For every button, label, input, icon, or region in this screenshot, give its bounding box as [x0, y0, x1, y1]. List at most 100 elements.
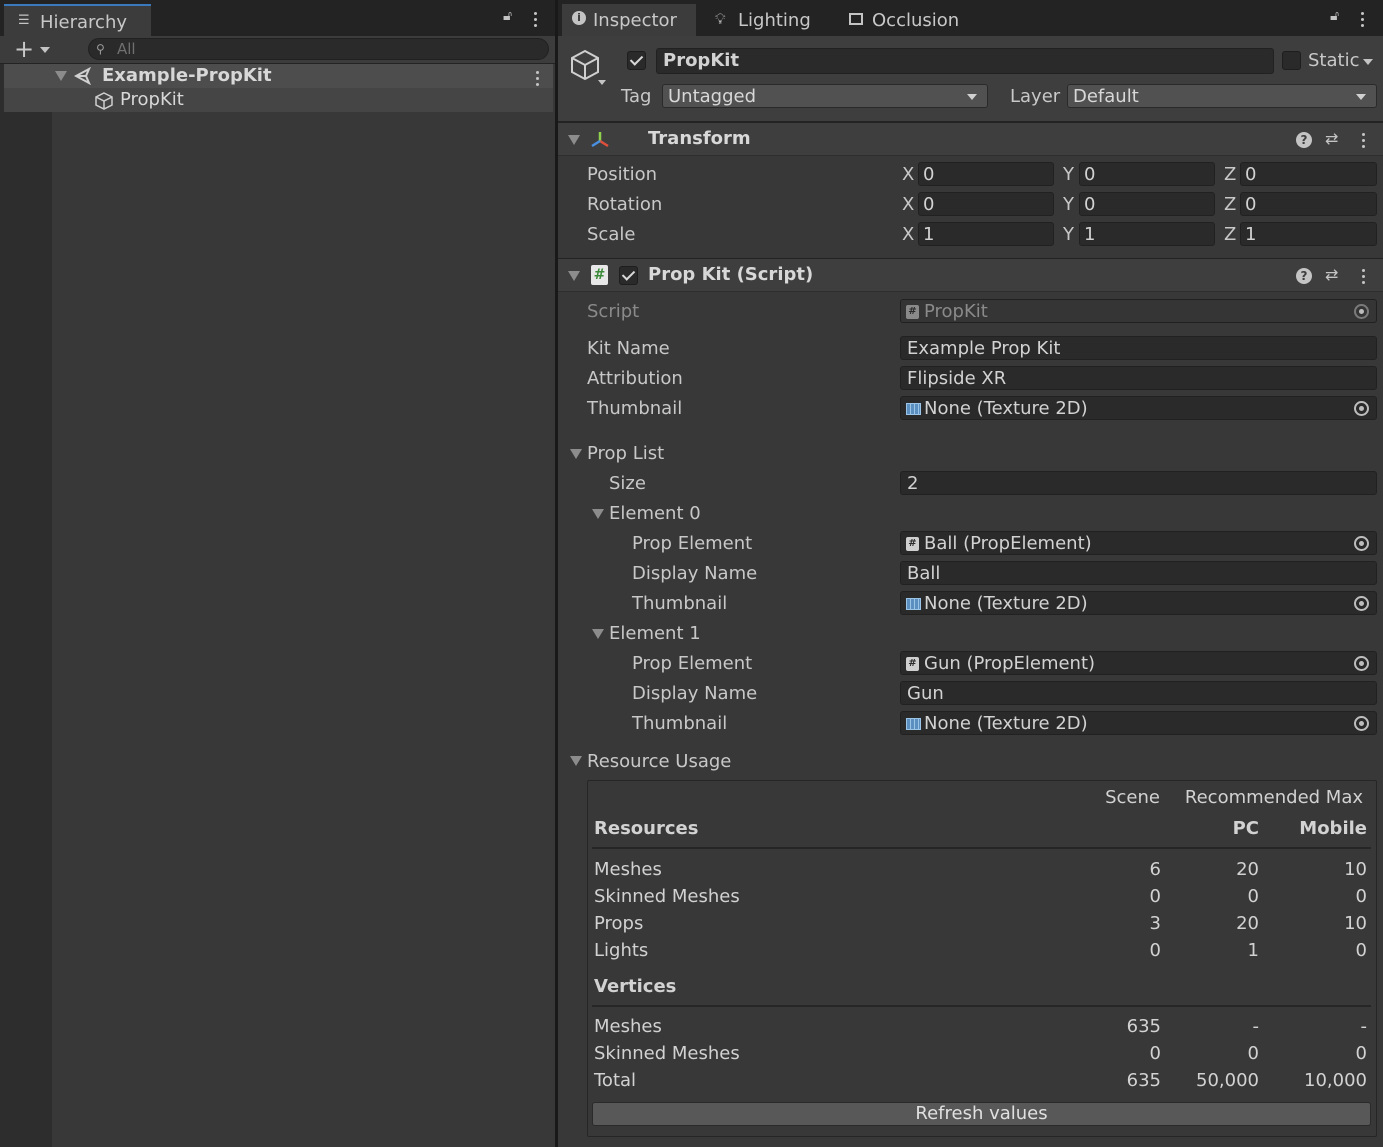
search-placeholder: All — [117, 40, 136, 58]
thumbnail-field[interactable]: None (Texture 2D) — [900, 591, 1377, 615]
hierarchy-tabbar: ☰ Hierarchy 🔓︎ — [0, 0, 555, 36]
axis-x-label[interactable]: X — [902, 164, 914, 185]
refresh-values-button[interactable]: Refresh values — [592, 1102, 1371, 1126]
thumbnail-field[interactable]: None (Texture 2D) — [900, 396, 1377, 420]
tab-inspector[interactable]: i Inspector — [562, 4, 696, 36]
transform-x-field[interactable]: 0 — [918, 162, 1054, 186]
transform-row-label: Position — [587, 164, 658, 185]
hierarchy-item-propkit[interactable]: PropKit — [4, 88, 553, 112]
thumbnail-field[interactable]: None (Texture 2D) — [900, 711, 1377, 735]
attribution-field[interactable]: Flipside XR — [900, 366, 1377, 390]
tab-occlusion[interactable]: Occlusion — [844, 4, 984, 36]
prop-element-field[interactable]: # Ball (PropElement) — [900, 531, 1377, 555]
thumbnail-label: Thumbnail — [632, 593, 728, 614]
tab-lighting-label: Lighting — [738, 10, 811, 31]
texture-icon — [906, 718, 921, 730]
help-icon[interactable]: ? — [1296, 132, 1312, 148]
static-checkbox[interactable] — [1282, 51, 1301, 70]
transform-y-field[interactable]: 0 — [1079, 192, 1215, 216]
transform-axes-icon — [591, 132, 609, 148]
static-dropdown-icon[interactable] — [1363, 59, 1373, 65]
kebab-menu-icon[interactable] — [536, 71, 540, 89]
object-picker-icon[interactable] — [1354, 656, 1369, 671]
axis-x-label[interactable]: X — [902, 224, 914, 245]
preset-icon[interactable]: ⇄ — [1325, 265, 1338, 284]
axis-y-label[interactable]: Y — [1063, 194, 1074, 215]
transform-x-field[interactable]: 1 — [918, 222, 1054, 246]
transform-z-field[interactable]: 0 — [1240, 192, 1377, 216]
fold-arrow-icon[interactable] — [592, 629, 604, 639]
element-1-label[interactable]: Element 1 — [609, 623, 701, 644]
hierarchy-scene-row[interactable]: Example-PropKit — [4, 64, 553, 88]
help-icon[interactable]: ? — [1296, 268, 1312, 284]
divider — [592, 847, 1371, 849]
thumbnail-value: None (Texture 2D) — [924, 398, 1088, 419]
layer-dropdown[interactable]: Default — [1067, 84, 1377, 108]
axis-z-label[interactable]: Z — [1224, 194, 1236, 215]
search-input[interactable]: ⚲ All — [88, 38, 549, 60]
chevron-down-icon[interactable] — [598, 80, 606, 85]
tag-dropdown[interactable]: Untagged — [662, 84, 988, 108]
fold-arrow-icon[interactable] — [570, 756, 582, 766]
table-cell-mobile: 10,000 — [1304, 1070, 1367, 1091]
prop-list-label[interactable]: Prop List — [587, 443, 664, 464]
object-picker-icon[interactable] — [1354, 401, 1369, 416]
table-row-label: Skinned Meshes — [594, 886, 740, 907]
lock-icon[interactable]: 🔓︎ — [503, 8, 512, 24]
transform-y-value: 0 — [1084, 194, 1096, 215]
kebab-menu-icon[interactable] — [1362, 133, 1366, 151]
size-value: 2 — [907, 473, 919, 494]
hierarchy-list-icon: ☰ — [18, 13, 30, 28]
transform-y-value: 0 — [1084, 164, 1096, 185]
axis-x-label[interactable]: X — [902, 194, 914, 215]
gameobject-cube-icon — [95, 92, 113, 110]
object-picker-icon[interactable] — [1354, 596, 1369, 611]
transform-z-field[interactable]: 0 — [1240, 162, 1377, 186]
propkit-header[interactable]: # Prop Kit (Script) ? ⇄ — [558, 258, 1383, 292]
fold-arrow-icon[interactable] — [592, 509, 604, 519]
prop-element-value: Gun (PropElement) — [924, 653, 1096, 674]
fold-arrow-icon[interactable] — [570, 449, 582, 459]
info-icon: i — [572, 11, 586, 25]
transform-y-value: 1 — [1084, 224, 1096, 245]
tab-lighting[interactable]: 💡︎ Lighting — [710, 4, 840, 36]
size-field[interactable]: 2 — [900, 471, 1377, 495]
element-0-label[interactable]: Element 0 — [609, 503, 701, 524]
display-name-field[interactable]: Ball — [900, 561, 1377, 585]
transform-z-field[interactable]: 1 — [1240, 222, 1377, 246]
axis-z-label[interactable]: Z — [1224, 164, 1236, 185]
axis-y-label[interactable]: Y — [1063, 224, 1074, 245]
col-pc-header: PC — [1232, 818, 1259, 839]
hierarchy-item-label: PropKit — [120, 89, 184, 110]
chevron-down-icon[interactable] — [40, 47, 50, 53]
preset-icon[interactable]: ⇄ — [1325, 129, 1338, 148]
fold-arrow-icon[interactable] — [55, 71, 67, 81]
transform-header[interactable]: Transform ? ⇄ — [558, 122, 1383, 156]
resource-usage-label[interactable]: Resource Usage — [587, 751, 731, 772]
transform-y-field[interactable]: 0 — [1079, 162, 1215, 186]
tag-label: Tag — [621, 86, 652, 107]
display-name-field[interactable]: Gun — [900, 681, 1377, 705]
fold-arrow-icon[interactable] — [568, 271, 580, 281]
object-picker-icon[interactable] — [1354, 716, 1369, 731]
plus-icon[interactable]: + — [14, 37, 34, 61]
thumbnail-value: None (Texture 2D) — [924, 713, 1088, 734]
tab-hierarchy[interactable]: ☰ Hierarchy — [4, 4, 151, 36]
prop-element-field[interactable]: # Gun (PropElement) — [900, 651, 1377, 675]
transform-x-field[interactable]: 0 — [918, 192, 1054, 216]
kebab-menu-icon[interactable] — [1362, 269, 1366, 287]
axis-z-label[interactable]: Z — [1224, 224, 1236, 245]
component-enabled-checkbox[interactable] — [619, 266, 638, 285]
active-checkbox[interactable] — [627, 51, 646, 70]
fold-arrow-icon[interactable] — [568, 135, 580, 145]
object-picker-icon[interactable] — [1354, 536, 1369, 551]
table-cell-scene: 6 — [1149, 859, 1161, 880]
propkit-title: Prop Kit (Script) — [648, 264, 814, 285]
transform-y-field[interactable]: 1 — [1079, 222, 1215, 246]
kebab-menu-icon[interactable] — [534, 12, 538, 30]
axis-y-label[interactable]: Y — [1063, 164, 1074, 185]
object-name-field[interactable]: PropKit — [656, 48, 1274, 74]
lock-icon[interactable]: 🔓︎ — [1330, 8, 1339, 24]
kit-name-field[interactable]: Example Prop Kit — [900, 336, 1377, 360]
kebab-menu-icon[interactable] — [1361, 12, 1365, 30]
